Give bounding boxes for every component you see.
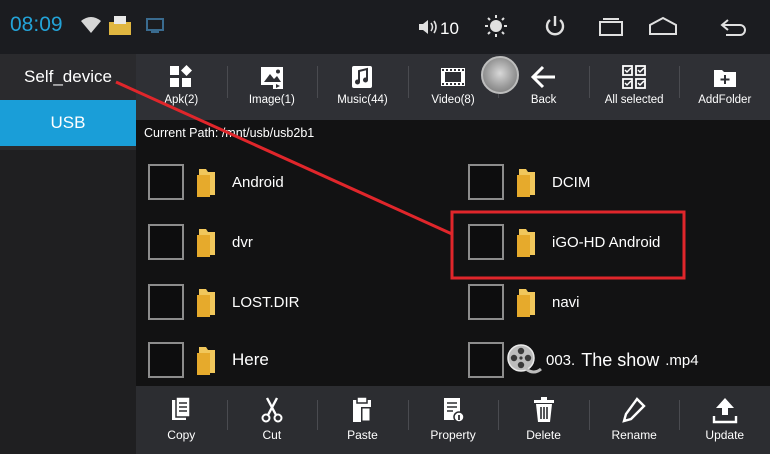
- file-name: navi: [552, 293, 580, 311]
- image-filter-label: Image(1): [248, 94, 295, 106]
- home-icon[interactable]: [648, 16, 678, 36]
- paste-button[interactable]: Paste: [317, 386, 408, 454]
- apk-filter-button[interactable]: Apk(2): [136, 54, 227, 120]
- paste-icon: [353, 396, 372, 422]
- delete-button[interactable]: Delete: [498, 386, 589, 454]
- pencil-icon: [622, 397, 646, 423]
- file-checkbox[interactable]: [468, 284, 504, 320]
- storage-sidebar: Self_device USB: [0, 54, 136, 454]
- sidebar-item-self-device[interactable]: Self_device: [0, 54, 136, 100]
- video-icon: [441, 68, 466, 86]
- copy-button[interactable]: Copy: [136, 386, 227, 454]
- file-checkbox[interactable]: [148, 284, 184, 320]
- property-button[interactable]: Property: [407, 386, 499, 454]
- file-item-lost-dir[interactable]: LOST.DIR: [148, 282, 300, 322]
- power-icon[interactable]: [544, 14, 566, 38]
- music-filter-label: Music(44): [337, 94, 388, 106]
- file-name-extension: .mp4: [665, 351, 699, 369]
- recent-apps-icon[interactable]: [598, 17, 624, 37]
- add-folder-icon: [713, 70, 736, 87]
- file-item-here[interactable]: Here: [148, 340, 269, 380]
- add-folder-label: AddFolder: [698, 94, 752, 106]
- select-all-icon: [622, 65, 647, 89]
- folder-icon: [517, 289, 535, 317]
- cut-label: Cut: [262, 428, 282, 442]
- folder-icon: [197, 347, 215, 375]
- file-checkbox[interactable]: [148, 342, 184, 378]
- file-checkbox[interactable]: [468, 342, 504, 378]
- sd-card-icon: [109, 16, 131, 35]
- file-item-dvr[interactable]: dvr: [148, 222, 253, 262]
- clock: 08:09: [10, 13, 63, 36]
- rename-label: Rename: [611, 428, 657, 442]
- apk-icon: [170, 65, 193, 87]
- status-bar: 08:09 10: [0, 0, 770, 54]
- file-item-navi[interactable]: navi: [468, 282, 580, 322]
- file-checkbox[interactable]: [468, 224, 504, 260]
- file-name: Android: [232, 173, 284, 191]
- file-checkbox[interactable]: [148, 224, 184, 260]
- sidebar-item-label: USB: [50, 113, 86, 132]
- file-list-area: Current Path: /mnt/usb/usb2b1 Android DC…: [136, 120, 770, 386]
- add-folder-button[interactable]: AddFolder: [679, 54, 770, 120]
- upload-icon: [712, 398, 737, 424]
- copy-label: Copy: [167, 428, 196, 442]
- copy-icon: [172, 396, 192, 420]
- assistive-touch-button[interactable]: [481, 56, 519, 94]
- back-icon[interactable]: [720, 17, 748, 37]
- folder-icon: [197, 169, 215, 197]
- music-filter-button[interactable]: Music(44): [317, 54, 408, 120]
- sidebar-item-label: Self_device: [24, 67, 112, 86]
- action-toolbar: Copy Cut Paste Property Delete Rename Up…: [136, 386, 770, 454]
- category-toolbar: Apk(2) Image(1) Music(44) Video(8) Back …: [136, 54, 770, 120]
- sidebar-empty-area: [0, 150, 136, 454]
- folder-icon: [197, 289, 215, 317]
- music-icon: [352, 66, 373, 88]
- file-name: Here: [232, 350, 269, 369]
- file-name: iGO-HD Android: [552, 233, 661, 251]
- paste-label: Paste: [347, 428, 378, 442]
- property-icon: [444, 398, 465, 423]
- select-all-button[interactable]: All selected: [588, 54, 680, 120]
- folder-icon: [197, 229, 215, 257]
- back-arrow-icon: [530, 65, 555, 89]
- update-label: Update: [705, 428, 745, 442]
- rename-button[interactable]: Rename: [588, 386, 680, 454]
- back-label: Back: [530, 94, 557, 106]
- volume-icon[interactable]: [417, 18, 439, 36]
- update-button[interactable]: Update: [679, 386, 770, 454]
- property-label: Property: [430, 428, 476, 442]
- file-name-middle: The show: [581, 349, 660, 370]
- cut-button[interactable]: Cut: [226, 386, 318, 454]
- file-item-android[interactable]: Android: [148, 162, 284, 202]
- file-checkbox[interactable]: [468, 164, 504, 200]
- file-checkbox[interactable]: [148, 164, 184, 200]
- file-item-003-mp4[interactable]: 003. The show .mp4: [468, 340, 699, 380]
- select-all-label: All selected: [604, 94, 664, 106]
- scissors-icon: [261, 397, 283, 423]
- current-path: Current Path: /mnt/usb/usb2b1: [144, 126, 315, 140]
- delete-label: Delete: [526, 428, 561, 442]
- volume-level: 10: [440, 19, 459, 38]
- apk-filter-label: Apk(2): [164, 94, 199, 106]
- file-name: LOST.DIR: [232, 293, 300, 311]
- film-reel-icon: [507, 344, 542, 374]
- video-filter-label: Video(8): [431, 94, 475, 106]
- brightness-icon[interactable]: [484, 14, 508, 38]
- file-name-prefix: 003.: [546, 351, 576, 369]
- folder-icon: [517, 169, 535, 197]
- image-filter-button[interactable]: Image(1): [226, 54, 318, 120]
- sidebar-item-usb[interactable]: USB: [0, 100, 136, 146]
- screen-icon: [146, 18, 164, 33]
- image-icon: [260, 67, 283, 89]
- file-item-igo-hd-android[interactable]: iGO-HD Android: [468, 222, 660, 262]
- wifi-icon: [81, 17, 101, 33]
- folder-icon: [517, 229, 535, 257]
- trash-icon: [533, 397, 554, 422]
- file-name: DCIM: [552, 173, 591, 191]
- file-name: dvr: [232, 233, 253, 251]
- file-item-dcim[interactable]: DCIM: [468, 162, 590, 202]
